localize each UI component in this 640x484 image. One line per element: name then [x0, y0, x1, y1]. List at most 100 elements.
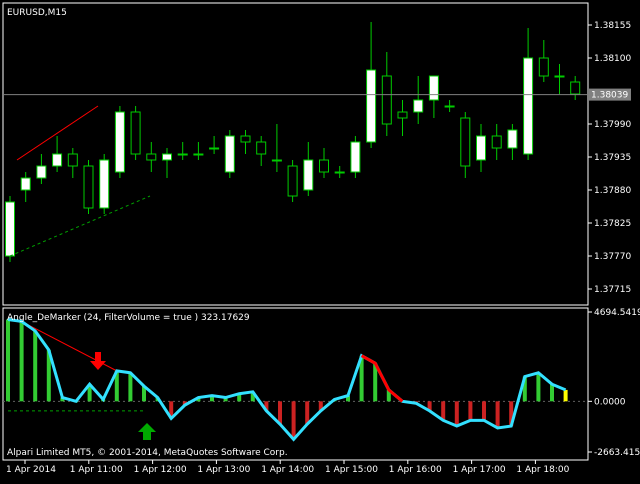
candle	[397, 100, 408, 136]
candle-body-bull	[20, 177, 31, 191]
price-tick-label: 1.37935	[594, 153, 631, 163]
candle-body-bull	[428, 75, 439, 101]
candle-body-bear	[570, 81, 581, 95]
candle-body-bull	[350, 141, 361, 173]
arrow-up-icon	[138, 423, 156, 440]
candle	[538, 40, 549, 82]
candle-body-bear	[240, 135, 251, 143]
candle-body-bull	[5, 201, 15, 257]
candle	[554, 64, 565, 94]
candle	[99, 154, 110, 214]
candle-body-bull	[413, 99, 424, 113]
candle	[428, 75, 439, 118]
time-tick-label: 1 Apr 15:00	[325, 465, 378, 475]
candle	[523, 28, 534, 160]
chart-canvas[interactable]: 1.38155 1.38100 1.37990 1.37935 1.37880 1.378…	[0, 0, 640, 480]
candle-body-bull	[366, 69, 377, 143]
candle	[334, 166, 345, 178]
candle	[114, 106, 125, 178]
candle-body-bull	[224, 135, 235, 173]
candle-body-bull	[523, 57, 534, 155]
candle	[287, 160, 298, 202]
histogram-bar	[33, 330, 38, 402]
price-tick-label: 1.38100	[594, 54, 631, 64]
time-axis: 1 Apr 2014 1 Apr 11:00 1 Apr 12:00 1 Apr 13…	[6, 460, 570, 475]
time-tick-label: 1 Apr 17:00	[453, 465, 506, 475]
candle	[319, 148, 329, 178]
histogram-bar	[128, 372, 133, 402]
price-axis: 1.38155 1.38100 1.37990 1.37935 1.37880 1.378…	[588, 21, 631, 295]
candle	[177, 142, 188, 160]
candle-body-bull	[193, 153, 204, 156]
candle-body-bear	[130, 111, 141, 155]
candle	[20, 172, 31, 202]
histogram-bar	[291, 401, 296, 440]
candle	[381, 52, 392, 136]
time-tick-label: 1 Apr 11:00	[70, 465, 123, 475]
candle-body-bear	[256, 141, 267, 155]
candle	[303, 142, 314, 196]
candle-body-bull	[114, 111, 125, 173]
candle-body-bear	[146, 153, 157, 161]
price-tick-label: 1.37770	[594, 252, 631, 262]
histogram-bar	[441, 401, 446, 421]
price-tick-label: 1.38155	[594, 21, 631, 31]
trendlines-layer[interactable]	[8, 105, 151, 412]
histogram-bar	[454, 401, 459, 427]
candle-body-bear	[83, 165, 94, 209]
candle-body-bull	[177, 153, 188, 156]
histogram-bar	[482, 401, 486, 421]
candle	[5, 196, 15, 262]
candle	[271, 124, 282, 172]
candle	[67, 148, 78, 178]
indicator-label: Angle_DeMarker (24, FilterVolume = true …	[7, 313, 250, 323]
candle-body-bull	[507, 129, 518, 149]
candle	[366, 22, 377, 148]
candle	[491, 124, 502, 160]
arrow-down-icon	[90, 352, 106, 370]
candle-body-bull	[334, 171, 345, 174]
candle	[36, 154, 47, 184]
price-trendline-green	[9, 195, 151, 257]
histogram-bar	[536, 372, 541, 402]
candle-body-bear	[287, 165, 298, 197]
candle	[570, 76, 581, 100]
candle-body-bull	[476, 135, 486, 161]
copyright-label: Alpari Limited MT5, © 2001-2014, MetaQuo…	[7, 448, 288, 458]
histogram-bar	[6, 319, 10, 402]
histogram-bar	[550, 384, 554, 402]
candle	[460, 112, 471, 178]
candle	[476, 124, 486, 172]
candle-body-bull	[554, 75, 565, 78]
indicator-histogram	[3, 319, 588, 440]
candle	[209, 136, 220, 154]
indicator-tick-label: -2663.41541	[594, 448, 640, 458]
indicator-tick-label: 0.0000	[594, 397, 626, 407]
candle	[52, 136, 63, 172]
candle	[444, 100, 455, 112]
histogram-bar	[468, 401, 473, 421]
price-tick-label: 1.37715	[594, 285, 631, 295]
candle-body-bull	[209, 147, 220, 150]
candle-body-bull	[444, 105, 455, 108]
price-chart-frame	[2, 2, 589, 306]
time-tick-label: 1 Apr 18:00	[516, 465, 569, 475]
indicator-line	[7, 318, 567, 442]
candle-body-bear	[538, 57, 549, 77]
candle	[240, 130, 251, 154]
time-tick-label: 1 Apr 16:00	[389, 465, 442, 475]
candle-body-bull	[99, 159, 110, 209]
candle	[146, 142, 157, 172]
price-tick-label: 1.37990	[594, 120, 631, 130]
histogram-bar	[563, 389, 568, 402]
candle	[224, 130, 235, 178]
candle-body-bear	[67, 153, 78, 167]
candle-body-bear	[491, 135, 502, 149]
symbol-label: EURUSD,M15	[7, 8, 67, 18]
candle-body-bull	[162, 153, 172, 161]
indicator-axis: 4694.54196 0.0000 -2663.41541	[588, 308, 640, 458]
histogram-bar	[495, 401, 500, 428]
angle-demarker-line-highlight	[360, 354, 404, 403]
indicator-tick-label: 4694.54196	[594, 308, 640, 318]
candle	[130, 106, 141, 160]
